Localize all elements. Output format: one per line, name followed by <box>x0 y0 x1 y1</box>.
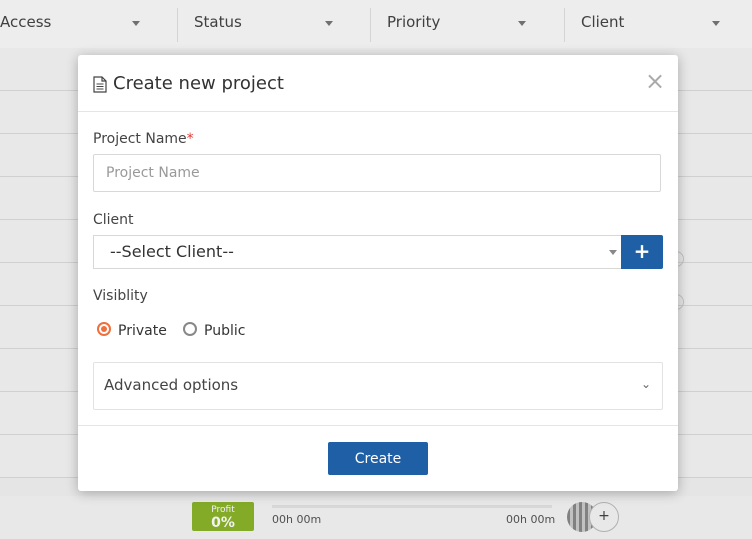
client-label: Client <box>93 212 134 228</box>
radio-private[interactable] <box>97 322 111 336</box>
create-button[interactable]: Create <box>328 442 428 475</box>
advanced-options-toggle[interactable]: Advanced options ⌄ <box>93 362 663 410</box>
chevron-down-icon: ⌄ <box>641 377 652 391</box>
required-mark: * <box>186 131 194 147</box>
radio-public-label[interactable]: Public <box>204 323 245 339</box>
client-select[interactable]: --Select Client-- <box>93 235 621 269</box>
radio-private-label[interactable]: Private <box>118 323 167 339</box>
chevron-down-icon <box>609 250 617 255</box>
modal-footer: Create <box>78 425 678 492</box>
visibility-label: Visiblity <box>93 288 148 304</box>
project-name-label-text: Project Name <box>93 131 187 147</box>
create-project-modal: Create new project × Project Name* Clien… <box>78 55 678 491</box>
project-name-label: Project Name* <box>93 131 194 147</box>
project-name-input[interactable] <box>93 154 661 192</box>
add-client-button[interactable]: + <box>621 235 663 269</box>
advanced-options-label: Advanced options <box>104 376 239 394</box>
radio-public[interactable] <box>183 322 197 336</box>
modal-header: Create new project × <box>78 55 678 112</box>
close-icon[interactable]: × <box>645 68 665 94</box>
document-icon <box>93 76 107 93</box>
modal-title: Create new project <box>113 73 284 94</box>
client-select-value: --Select Client-- <box>110 242 234 261</box>
